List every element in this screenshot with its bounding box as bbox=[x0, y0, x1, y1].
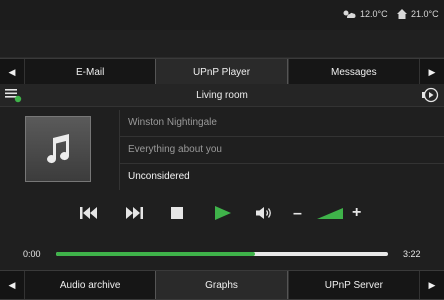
progress-fill bbox=[56, 252, 256, 256]
volume-button[interactable] bbox=[256, 206, 274, 220]
track-info: Winston Nightingale Everything about you… bbox=[119, 110, 444, 190]
volume-level-icon bbox=[317, 208, 343, 219]
tab-messages[interactable]: Messages bbox=[287, 59, 419, 85]
track-title: Unconsidered bbox=[128, 171, 190, 182]
volume-level-slider[interactable] bbox=[317, 208, 343, 220]
album-art bbox=[25, 116, 91, 182]
volume-down-button[interactable]: – bbox=[293, 205, 302, 223]
play-icon bbox=[215, 206, 231, 220]
next-button[interactable] bbox=[125, 206, 143, 220]
header-spacer bbox=[0, 30, 444, 58]
playlist-icon[interactable] bbox=[4, 87, 22, 106]
tab-upnp-server[interactable]: UPnP Server bbox=[287, 271, 419, 299]
tab-email[interactable]: E-Mail bbox=[24, 59, 155, 85]
bottom-tabs-left-arrow[interactable]: ◀ bbox=[0, 271, 24, 299]
total-time: 3:22 bbox=[403, 249, 421, 259]
inside-temperature: 21.0°C bbox=[397, 9, 439, 19]
track-panel: Winston Nightingale Everything about you… bbox=[0, 110, 444, 190]
track-album: Everything about you bbox=[120, 137, 444, 164]
playback-controls: – + bbox=[0, 200, 444, 230]
status-bar: 12.0°C 21.0°C bbox=[0, 0, 444, 30]
top-tab-bar: ◀ E-Mail UPnP Player Messages ▶ bbox=[0, 58, 444, 86]
volume-up-button[interactable]: + bbox=[352, 204, 361, 222]
music-note-icon bbox=[47, 134, 70, 164]
outside-temp-value: 12.0°C bbox=[360, 9, 388, 19]
output-icon[interactable] bbox=[422, 87, 440, 106]
outside-temperature: 12.0°C bbox=[342, 9, 388, 19]
next-icon bbox=[126, 207, 143, 219]
cloud-sun-icon bbox=[343, 10, 356, 18]
bottom-tabs-right-arrow[interactable]: ▶ bbox=[418, 271, 444, 299]
stop-button[interactable] bbox=[170, 206, 184, 220]
elapsed-time: 0:00 bbox=[23, 249, 41, 259]
tab-graphs[interactable]: Graphs bbox=[155, 271, 288, 299]
stop-icon bbox=[171, 207, 183, 219]
tabs-right-arrow[interactable]: ▶ bbox=[418, 59, 444, 85]
progress-bar[interactable] bbox=[56, 252, 388, 256]
room-bar: Living room bbox=[0, 84, 444, 107]
tab-upnp-player[interactable]: UPnP Player bbox=[155, 59, 288, 85]
bottom-tab-bar: ◀ Audio archive Graphs UPnP Server ▶ bbox=[0, 270, 444, 300]
room-name: Living room bbox=[196, 89, 248, 101]
volume-icon bbox=[256, 207, 271, 219]
play-button[interactable] bbox=[214, 206, 232, 220]
previous-icon bbox=[80, 207, 97, 219]
tab-audio-archive[interactable]: Audio archive bbox=[24, 271, 155, 299]
track-artist: Winston Nightingale bbox=[120, 110, 444, 137]
previous-button[interactable] bbox=[80, 206, 98, 220]
house-icon bbox=[397, 9, 407, 19]
tabs-left-arrow[interactable]: ◀ bbox=[0, 59, 24, 85]
inside-temp-value: 21.0°C bbox=[411, 9, 439, 19]
